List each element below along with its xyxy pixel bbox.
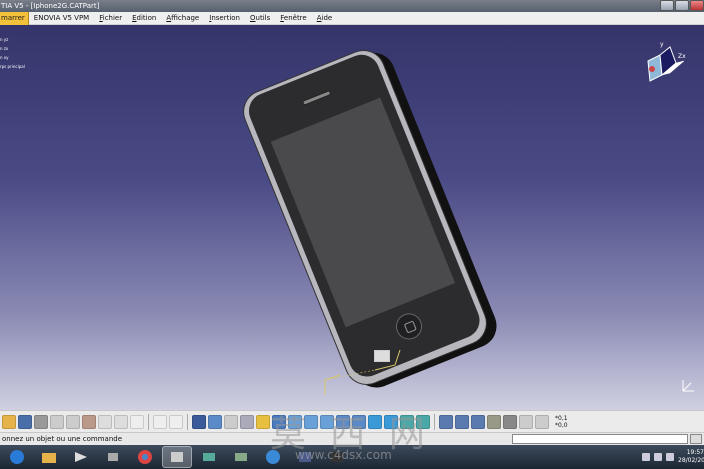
axis-system-icon xyxy=(324,349,401,395)
maximize-button[interactable] xyxy=(675,0,689,11)
tree-node[interactable]: n zx xyxy=(0,44,25,53)
help-icon[interactable] xyxy=(130,414,144,429)
grid-icon[interactable] xyxy=(192,414,206,429)
toolbar-separator xyxy=(148,413,149,430)
options-icon[interactable] xyxy=(535,414,549,429)
menu-enovia[interactable]: ENOVIA V5 VPM xyxy=(29,12,94,25)
close-button[interactable] xyxy=(690,0,704,11)
undo-icon[interactable] xyxy=(98,414,112,429)
command-input[interactable] xyxy=(512,434,688,444)
tools-icon[interactable] xyxy=(98,446,128,468)
cut-icon[interactable] xyxy=(50,414,64,429)
catalog-icon[interactable] xyxy=(503,414,517,429)
snap-icon[interactable] xyxy=(208,414,222,429)
menu-fichier[interactable]: Fichier xyxy=(94,12,127,25)
menu-affichage[interactable]: Affichage xyxy=(161,12,204,25)
command-button[interactable] xyxy=(690,434,702,444)
print-icon[interactable] xyxy=(34,414,48,429)
toolbar-readout: *0,1 *0,0 xyxy=(555,414,568,429)
tray-network-icon[interactable] xyxy=(654,453,662,461)
window-title-bar: TIA V5 - [Iphone2G.CATPart] xyxy=(0,0,704,12)
status-message: onnez un objet ou une commande xyxy=(2,435,123,443)
fit-all-icon[interactable] xyxy=(256,414,270,429)
system-clock[interactable]: 19:57 28/02/20 xyxy=(678,449,704,465)
redo-icon[interactable] xyxy=(114,414,128,429)
inertia-icon[interactable] xyxy=(487,414,501,429)
phone-screen xyxy=(270,97,456,328)
home-button xyxy=(392,309,426,344)
specification-tree: n yz n zx n xy rps principal xyxy=(0,35,25,71)
minimize-button[interactable] xyxy=(660,0,674,11)
save-icon[interactable] xyxy=(18,414,32,429)
measure-item-icon[interactable] xyxy=(471,414,485,429)
menu-bar: marrer ENOVIA V5 VPM Fichier Edition Aff… xyxy=(0,11,704,25)
media-icon[interactable] xyxy=(66,446,96,468)
folder-icon[interactable] xyxy=(2,414,16,429)
menu-fenetre[interactable]: Fenêtre xyxy=(275,12,311,25)
tray-flag-icon[interactable] xyxy=(642,453,650,461)
menu-edition[interactable]: Edition xyxy=(127,12,161,25)
view-axis-icon xyxy=(682,380,694,392)
network-icon[interactable] xyxy=(194,446,224,468)
toolbar-separator xyxy=(434,413,435,430)
folder-icon[interactable] xyxy=(34,446,64,468)
compass-icon[interactable]: y Zx xyxy=(640,39,690,89)
chrome-icon[interactable] xyxy=(130,446,160,468)
window-title: TIA V5 - [Iphone2G.CATPart] xyxy=(1,2,100,10)
knowledge-icon[interactable] xyxy=(519,414,533,429)
formula-icon[interactable] xyxy=(153,414,167,429)
menu-aide[interactable]: Aide xyxy=(312,12,338,25)
system-tray: 19:57 28/02/20 xyxy=(642,445,704,469)
3d-viewport[interactable]: n yz n zx n xy rps principal y Zx xyxy=(0,25,704,410)
tree-icon[interactable] xyxy=(224,414,238,429)
menu-start[interactable]: marrer xyxy=(0,11,29,25)
measure-between-icon[interactable] xyxy=(455,414,469,429)
menu-outils[interactable]: Outils xyxy=(245,12,275,25)
window-icon[interactable] xyxy=(162,446,192,468)
vpn-icon[interactable] xyxy=(226,446,256,468)
tree-node[interactable]: n xy xyxy=(0,53,25,62)
comment-icon[interactable] xyxy=(169,414,183,429)
window-controls xyxy=(659,0,704,12)
compass-zx-label: Zx xyxy=(678,53,686,60)
watermark-url: www.c4dsx.com xyxy=(295,448,392,462)
tree-node[interactable]: rps principal xyxy=(0,62,25,71)
tray-volume-icon[interactable] xyxy=(666,453,674,461)
update-icon[interactable] xyxy=(439,414,453,429)
start-orb-icon[interactable] xyxy=(2,446,32,468)
tree-node[interactable]: n yz xyxy=(0,35,25,44)
compass-y-label: y xyxy=(660,41,664,48)
speaker-slot xyxy=(301,89,332,106)
paste-icon[interactable] xyxy=(82,414,96,429)
toolbar-separator xyxy=(187,413,188,430)
menu-insertion[interactable]: Insertion xyxy=(204,12,245,25)
measure-icon[interactable] xyxy=(240,414,254,429)
copy-icon[interactable] xyxy=(66,414,80,429)
